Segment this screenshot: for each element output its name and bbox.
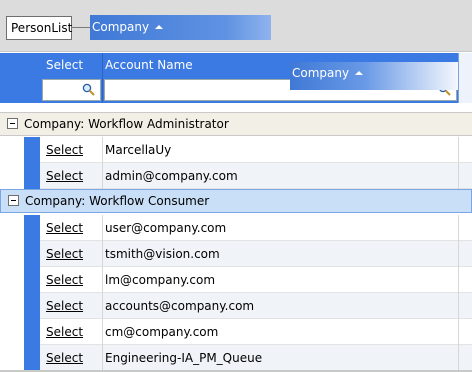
cell-divider [102,241,103,267]
row-indent [0,241,24,267]
row-selector[interactable] [24,215,40,241]
row-indent [0,137,24,163]
table-row[interactable]: Select accounts@company.com [0,293,472,319]
select-link[interactable]: Select [46,241,83,267]
table-row[interactable]: Select tsmith@vision.com [0,241,472,267]
select-link[interactable]: Select [46,319,83,345]
row-indent [0,319,24,345]
account-name-cell: Engineering-IA_PM_Queue [105,351,263,365]
account-name-cell: user@company.com [105,221,227,235]
cell-divider [102,293,103,319]
header-spacer [459,53,472,103]
table-row[interactable]: Select Engineering-IA_PM_Queue [0,345,472,371]
cell-divider [458,267,459,293]
row-selector[interactable] [24,319,40,345]
dragged-column-header-company[interactable]: Company [290,62,458,90]
group-row-workflow-consumer[interactable]: Company: Workflow Consumer [0,189,472,213]
cell-divider [102,267,103,293]
cell-divider [458,215,459,241]
group-chip-connector [72,27,90,28]
select-link[interactable]: Select [46,215,83,241]
cell-divider [458,137,459,163]
column-header-select[interactable]: Select [46,53,83,78]
cell-divider [102,163,103,189]
account-name-cell: lm@company.com [105,273,216,287]
row-selector[interactable] [24,267,40,293]
cell-divider [102,319,103,345]
account-name-cell: cm@company.com [105,325,219,339]
cell-divider [458,163,459,189]
cell-divider [458,319,459,345]
table-row[interactable]: Select admin@company.com [0,163,472,189]
collapse-group-icon[interactable] [7,118,18,129]
dragged-column-label: Company [292,66,350,80]
cell-divider [102,345,103,371]
cell-divider [458,293,459,319]
group-chip-label: PersonList [11,21,73,35]
row-selector[interactable] [24,241,40,267]
row-indent [0,215,24,241]
row-indent [0,267,24,293]
cell-divider [458,345,459,371]
select-link[interactable]: Select [46,267,83,293]
sort-ascending-icon [355,71,364,75]
table-row[interactable]: Select cm@company.com [0,319,472,345]
collapse-group-icon[interactable] [8,195,19,206]
group-chip-company[interactable]: Company [90,15,271,40]
group-label: Company: Workflow Administrator [24,117,229,131]
select-link[interactable]: Select [46,345,83,371]
group-row-workflow-administrator[interactable]: Company: Workflow Administrator [0,112,472,136]
cell-divider [458,241,459,267]
row-selector[interactable] [24,345,40,371]
select-link[interactable]: Select [46,293,83,319]
row-indent [0,293,24,319]
row-indent [0,345,24,371]
table-row[interactable]: Select MarcellaUy [0,137,472,163]
row-selector[interactable] [24,137,40,163]
column-divider[interactable] [102,53,103,103]
select-link[interactable]: Select [46,163,83,189]
account-name-cell: MarcellaUy [105,143,172,157]
table-row[interactable]: Select user@company.com [0,215,472,241]
group-chip-personlist[interactable]: PersonList [6,16,72,40]
table-row[interactable]: Select lm@company.com [0,267,472,293]
sort-ascending-icon [155,25,164,29]
row-selector[interactable] [24,293,40,319]
column-header-account-name[interactable]: Account Name [105,53,193,78]
group-chip-label: Company [92,20,150,34]
cell-divider [102,137,103,163]
account-name-cell: tsmith@vision.com [105,247,220,261]
magnifier-icon[interactable] [82,83,95,96]
row-indent [0,163,24,189]
select-link[interactable]: Select [46,137,83,163]
row-selector[interactable] [24,163,40,189]
account-name-cell: accounts@company.com [105,299,255,313]
cell-divider [102,215,103,241]
group-label: Company: Workflow Consumer [25,194,210,208]
account-name-cell: admin@company.com [105,169,238,183]
